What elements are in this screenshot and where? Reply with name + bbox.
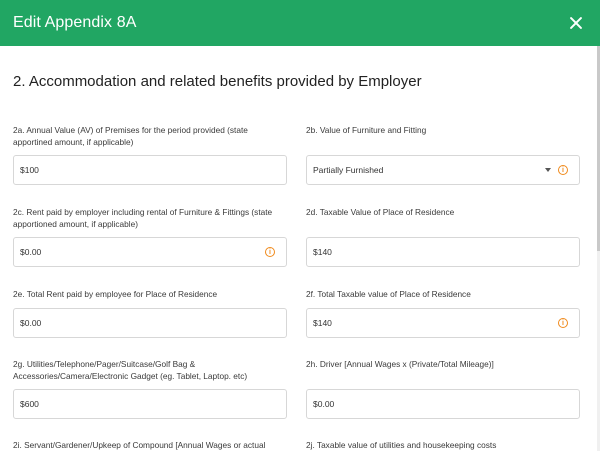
field-2h-value: $0.00 <box>313 399 335 409</box>
field-2i: 2i. Servant/Gardener/Upkeep of Compound … <box>13 439 287 451</box>
section-title: 2. Accommodation and related benefits pr… <box>13 73 422 90</box>
close-icon[interactable] <box>566 13 586 33</box>
field-2d-input[interactable]: $140 <box>306 237 580 267</box>
field-2e-input[interactable]: $0.00 <box>13 308 287 338</box>
field-2c-value: $0.00 <box>20 247 42 257</box>
info-circle-icon[interactable]: i <box>558 165 568 175</box>
field-2f-input[interactable]: $140 i <box>306 308 580 338</box>
field-2a: 2a. Annual Value (AV) of Premises for th… <box>13 124 287 150</box>
field-2d-value: $140 <box>313 247 332 257</box>
field-2h-label: 2h. Driver [Annual Wages x (Private/Tota… <box>306 359 494 369</box>
info-circle-icon[interactable]: i <box>558 318 568 328</box>
field-2g: 2g. Utilities/Telephone/Pager/Suitcase/G… <box>13 358 287 384</box>
dialog-title: Edit Appendix 8A <box>13 14 137 31</box>
field-2a-label: 2a. Annual Value (AV) of Premises for th… <box>13 125 248 147</box>
field-2i-label: 2i. Servant/Gardener/Upkeep of Compound … <box>13 440 266 450</box>
field-2j-label: 2j. Taxable value of utilities and house… <box>306 440 497 450</box>
field-2h: 2h. Driver [Annual Wages x (Private/Tota… <box>306 358 580 384</box>
field-2c: 2c. Rent paid by employer including rent… <box>13 206 287 232</box>
info-circle-icon[interactable]: i <box>265 247 275 257</box>
field-2g-label: 2g. Utilities/Telephone/Pager/Suitcase/G… <box>13 359 248 381</box>
field-2c-input[interactable]: $0.00 i <box>13 237 287 267</box>
field-2b: 2b. Value of Furniture and Fitting <box>306 124 580 150</box>
field-2b-value: Partially Furnished <box>313 165 384 175</box>
field-2d-label: 2d. Taxable Value of Place of Residence <box>306 207 455 217</box>
field-2c-label: 2c. Rent paid by employer including rent… <box>13 207 273 229</box>
field-2a-value: $100 <box>20 165 39 175</box>
field-2b-label: 2b. Value of Furniture and Fitting <box>306 125 427 135</box>
field-2a-input[interactable]: $100 <box>13 155 287 185</box>
field-2d: 2d. Taxable Value of Place of Residence <box>306 206 580 232</box>
field-2j: 2j. Taxable value of utilities and house… <box>306 439 580 451</box>
field-2h-input[interactable]: $0.00 <box>306 389 580 419</box>
field-2g-value: $600 <box>20 399 39 409</box>
field-2g-input[interactable]: $600 <box>13 389 287 419</box>
field-2f-value: $140 <box>313 318 332 328</box>
field-2b-select[interactable]: Partially Furnished i <box>306 155 580 185</box>
field-2e-value: $0.00 <box>20 318 42 328</box>
dialog-header: Edit Appendix 8A <box>0 0 600 46</box>
caret-down-icon[interactable] <box>545 168 551 172</box>
